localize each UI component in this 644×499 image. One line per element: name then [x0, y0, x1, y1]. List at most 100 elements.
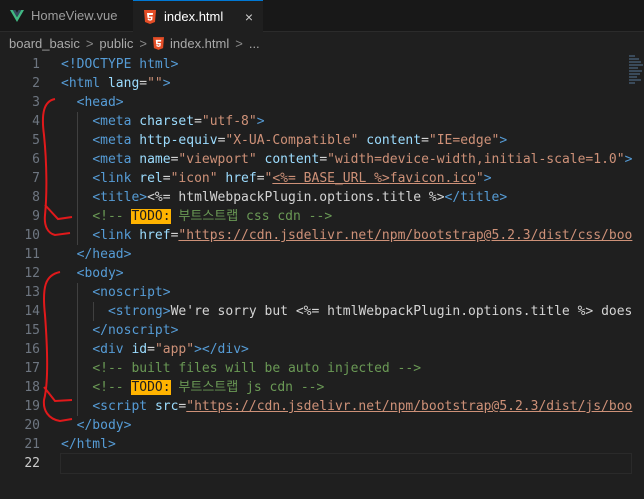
token-tag: </head> [76, 247, 132, 262]
token-str: "width=device-width,initial-scale=1.0" [327, 152, 625, 167]
tab-homeview-vue[interactable]: HomeView.vue [0, 0, 134, 31]
line-number: 14 [24, 304, 40, 319]
code-lines: <!DOCTYPE html> <html lang=""> <head> <m… [60, 55, 644, 474]
token-tag: </html> [61, 437, 116, 452]
token-tag: <meta [92, 152, 140, 167]
token-str: "utf-8" [201, 114, 257, 129]
token-attr: charset [139, 114, 195, 129]
token-attr: name [139, 152, 171, 167]
token-comment: <!-- [92, 380, 132, 395]
token-str: "icon" [170, 171, 218, 186]
token-attr: http-equiv [139, 133, 218, 148]
line-number: 8 [32, 190, 40, 205]
token-comment: <!-- [92, 209, 132, 224]
code-line: </body> [61, 416, 644, 435]
token-tag: > [499, 133, 508, 148]
token-str: "viewport" [178, 152, 257, 167]
line-number-current: 22 [24, 456, 40, 471]
code-line: <body> [61, 264, 644, 283]
token-str: "X-UA-Compatible" [225, 133, 359, 148]
editor-tab-bar: HomeView.vue index.html × [0, 0, 644, 32]
token-text: does [593, 304, 633, 319]
token-attr: src [154, 399, 179, 414]
todo-highlight: TODO: [131, 209, 171, 224]
line-number: 1 [32, 57, 40, 72]
code-line: <strong>We're sorry but <%= htmlWebpackP… [61, 302, 644, 321]
code-line: <meta name="viewport" content="width=dev… [61, 150, 644, 169]
token-str: "IE=edge" [428, 133, 500, 148]
token-tag: > [170, 57, 179, 72]
minimap[interactable] [629, 55, 644, 115]
line-number: 6 [32, 152, 40, 167]
breadcrumb-item-folder[interactable]: public [99, 36, 133, 51]
code-line: </html> [61, 435, 644, 454]
tab-label: index.html [164, 9, 224, 24]
line-number: 21 [24, 437, 40, 452]
token-tag: <link [92, 228, 140, 243]
token-pun: = [421, 133, 429, 148]
token-str: "app" [154, 342, 195, 357]
token-link[interactable]: "https://cdn.jsdelivr.net/npm/bootstrap@… [186, 399, 632, 414]
line-number: 15 [24, 323, 40, 338]
token-tag: <!DOCTYPE [61, 57, 140, 72]
token-tag: <strong> [107, 304, 171, 319]
code-line: <title><%= htmlWebpackPlugin.options.tit… [61, 188, 644, 207]
token-tag: </body> [76, 418, 132, 433]
code-line-current[interactable] [60, 453, 632, 474]
token-str: " [475, 171, 484, 186]
token-tag: <div [92, 342, 132, 357]
code-line: <head> [61, 93, 644, 112]
token-tag: <script [92, 399, 155, 414]
token-comment: 부트스트랩 css cdn --> [170, 209, 333, 224]
token-tag: <body> [76, 266, 124, 281]
line-number: 10 [24, 228, 40, 243]
token-pun: = [319, 152, 328, 167]
token-template: <%= htmlWebpackPlugin.options.title %> [147, 190, 445, 205]
breadcrumb-item-folder[interactable]: board_basic [9, 36, 80, 51]
token-tag: <link [92, 171, 140, 186]
token-tag: <head [76, 95, 116, 110]
token-tag: html [139, 57, 171, 72]
html5-icon [152, 36, 164, 50]
line-number: 7 [32, 171, 40, 186]
code-line: <html lang=""> [61, 74, 644, 93]
token-pun: = [194, 114, 202, 129]
code-line: <link rel="icon" href="<%= BASE_URL %>fa… [61, 169, 644, 188]
code-editor[interactable]: 1 2 3 4 5 6 7 8 9 10 11 12 13 14 15 16 1… [0, 55, 644, 499]
line-number: 19 [24, 399, 40, 414]
token-pun: = [162, 171, 171, 186]
close-icon[interactable]: × [245, 9, 253, 25]
token-link[interactable]: "https://cdn.jsdelivr.net/npm/bootstrap@… [178, 228, 632, 243]
line-number: 4 [32, 114, 40, 129]
code-line: <div id="app"></div> [61, 340, 644, 359]
chevron-right-icon: > [139, 35, 147, 51]
token-tag: <html [61, 76, 108, 91]
token-template: <%= BASE_URL %> [272, 171, 390, 186]
line-number: 3 [32, 95, 40, 110]
token-attr: id [131, 342, 148, 357]
code-line: <!-- TODO: 부트스트랩 css cdn --> [61, 207, 644, 226]
breadcrumb: board_basic > public > index.html > ... [0, 32, 644, 54]
breadcrumb-item-symbol[interactable]: ... [249, 36, 260, 51]
line-number: 13 [24, 285, 40, 300]
token-pun: = [139, 76, 148, 91]
line-number: 11 [24, 247, 40, 262]
tab-index-html[interactable]: index.html × [133, 0, 263, 32]
token-comment: <!-- built files will be auto injected -… [92, 361, 422, 376]
token-tag: </noscript> [92, 323, 179, 338]
token-attr: href [139, 228, 171, 243]
line-number-gutter: 1 2 3 4 5 6 7 8 9 10 11 12 13 14 15 16 1… [0, 55, 40, 473]
token-tag: </title> [444, 190, 508, 205]
code-line: <meta charset="utf-8"> [61, 112, 644, 131]
code-line: </noscript> [61, 321, 644, 340]
code-line: <!-- TODO: 부트스트랩 js cdn --> [61, 378, 644, 397]
token-tag: > [483, 171, 492, 186]
token-comment: 부트스트랩 js cdn --> [170, 380, 325, 395]
token-tag: <meta [92, 133, 140, 148]
breadcrumb-item-file[interactable]: index.html [170, 36, 229, 51]
todo-highlight: TODO: [131, 380, 171, 395]
token-str: favicon.ico [389, 171, 476, 186]
token-tag: <noscript> [92, 285, 171, 300]
line-number: 9 [32, 209, 40, 224]
token-tag: ></div> [194, 342, 249, 357]
